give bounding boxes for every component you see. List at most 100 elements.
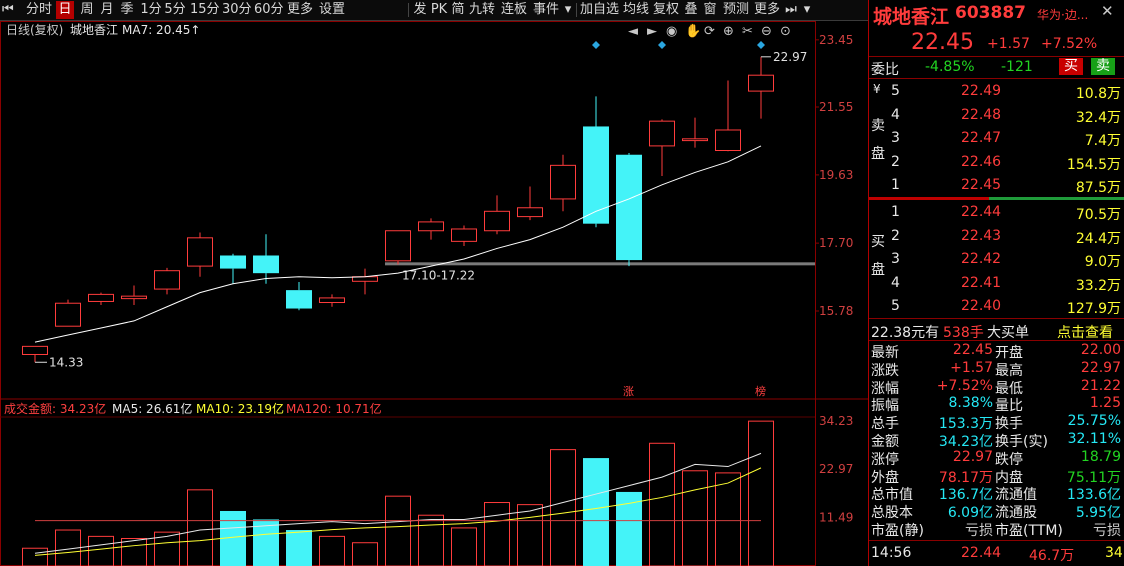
period-tab-15min[interactable]: 15分 [190, 1, 220, 19]
candle[interactable] [451, 225, 477, 246]
volume-bar[interactable] [748, 420, 774, 566]
candle[interactable] [649, 119, 675, 176]
tool-adjust[interactable]: 复权 [652, 1, 680, 19]
candle[interactable] [550, 154, 576, 212]
period-tab-intraday[interactable]: 分时 [24, 1, 54, 19]
refresh-icon[interactable]: ⟳ [704, 24, 715, 39]
volume-bar[interactable] [550, 449, 576, 566]
candle[interactable] [187, 232, 213, 277]
buy-button[interactable]: 买 [1059, 58, 1083, 75]
tool-simple[interactable]: 简 [450, 1, 466, 19]
zoom-out-icon[interactable]: ⊖ [761, 24, 772, 39]
period-tab-60min[interactable]: 60分 [254, 1, 284, 19]
candle[interactable] [418, 218, 444, 240]
candle[interactable] [88, 292, 114, 305]
volume-bar[interactable] [451, 527, 477, 566]
next-icon[interactable]: ► [647, 24, 657, 39]
event-diamond-icon[interactable] [592, 41, 600, 49]
ask-row[interactable]: 2 22.46 154.5万 [869, 153, 1124, 177]
volume-bar[interactable] [121, 537, 147, 566]
volume-bar[interactable] [286, 530, 312, 566]
settings-button[interactable]: 设置 [318, 1, 346, 19]
dropdown-arrow-icon[interactable]: ▾ [802, 1, 812, 19]
add-watchlist-button[interactable]: 加自选 [580, 1, 619, 19]
volume-bar[interactable] [484, 502, 510, 566]
zoom-in-icon[interactable]: ⊕ [723, 24, 734, 39]
tool-overlay[interactable]: 叠 [683, 1, 699, 19]
candle[interactable] [121, 285, 147, 305]
candle[interactable] [385, 230, 411, 265]
candle[interactable] [154, 267, 180, 295]
candle[interactable] [748, 56, 774, 119]
event-marker[interactable]: 榜 [755, 384, 766, 398]
period-tab-1min[interactable]: 1分 [140, 1, 162, 19]
volume-bar[interactable] [385, 495, 411, 566]
close-icon[interactable]: ✕ [1101, 2, 1114, 20]
candle[interactable] [715, 80, 741, 152]
ask-row[interactable]: 5 22.49 10.8万 [869, 82, 1124, 106]
tool-publish[interactable]: 发 [412, 1, 428, 19]
volume-bar[interactable] [682, 470, 708, 566]
volume-bar[interactable] [715, 472, 741, 566]
tool-forecast[interactable]: 预测 [722, 1, 750, 19]
volume-bar[interactable] [517, 504, 543, 566]
kline-chart[interactable]: 日线(复权) 城地香江 MA7: 20.45↑ ◄ ► ◉ ✋ ⟳ ⊕ ✂ ⊖ ⊙ 23.45 21.55… [0, 21, 868, 566]
scissors-icon[interactable]: ✂ [742, 24, 753, 39]
tool-ma-lines[interactable]: 均线 [622, 1, 650, 19]
candle[interactable] [22, 345, 48, 363]
tool-window[interactable]: 窗 [702, 1, 718, 19]
hand-icon[interactable]: ✋ [685, 23, 701, 39]
tool-limit-board[interactable]: 连板 [500, 1, 528, 19]
plus-circle-icon[interactable]: ⊙ [780, 24, 791, 39]
candle[interactable] [616, 152, 642, 267]
period-tab-day[interactable]: 日 [56, 1, 74, 19]
volume-bar[interactable] [22, 547, 48, 566]
period-tab-week[interactable]: 周 [78, 1, 96, 19]
volume-bar[interactable] [583, 458, 609, 566]
eye-icon[interactable]: ◉ [666, 24, 677, 39]
candle[interactable] [319, 294, 345, 307]
event-marker[interactable]: 涨 [623, 385, 634, 398]
period-tab-5min[interactable]: 5分 [164, 1, 186, 19]
volume-bar[interactable] [88, 535, 114, 566]
bid-price: 22.40 [961, 298, 1002, 314]
volume-bar[interactable] [319, 535, 345, 566]
period-tab-more[interactable]: 更多 [286, 1, 314, 19]
sell-button[interactable]: 卖 [1091, 58, 1115, 75]
period-tab-30min[interactable]: 30分 [222, 1, 252, 19]
tool-events[interactable]: 事件 [532, 1, 560, 19]
candle[interactable] [220, 253, 246, 284]
candle[interactable] [352, 268, 378, 295]
candle[interactable] [484, 195, 510, 235]
nav-left-icon[interactable]: ⏮ [2, 1, 14, 19]
bid-row[interactable]: 5 22.40 127.9万 [869, 297, 1124, 321]
bid-row[interactable]: 3 22.42 9.0万 [869, 250, 1124, 274]
bid-row[interactable]: 1 22.44 70.5万 [869, 203, 1124, 227]
candle[interactable] [517, 186, 543, 221]
event-diamond-icon[interactable] [757, 41, 765, 49]
bid-row[interactable]: 2 22.43 24.4万 [869, 227, 1124, 251]
ask-row[interactable]: 1 22.45 87.5万 [869, 176, 1124, 200]
tool-more[interactable]: 更多 [753, 1, 781, 19]
prev-icon[interactable]: ◄ [628, 24, 638, 39]
chevron-down-icon[interactable]: ▾ [562, 1, 574, 19]
candle[interactable] [682, 117, 708, 148]
candle[interactable] [286, 282, 312, 311]
period-tab-month[interactable]: 月 [98, 1, 116, 19]
volume-bar[interactable] [418, 514, 444, 566]
volume-bar[interactable] [187, 489, 213, 566]
ask-row[interactable]: 3 22.47 7.4万 [869, 129, 1124, 153]
sector-label[interactable]: 华为·边... [1037, 6, 1088, 23]
volume-bar[interactable] [352, 542, 378, 566]
candle[interactable] [253, 234, 279, 284]
bid-row[interactable]: 4 22.41 33.2万 [869, 274, 1124, 298]
candle[interactable] [55, 299, 81, 327]
big-order-link[interactable]: 点击查看 [1057, 322, 1113, 342]
event-diamond-icon[interactable] [658, 41, 666, 49]
nav-right-icon[interactable]: ⏭ [784, 1, 798, 19]
tool-pk[interactable]: PK [430, 1, 448, 19]
ask-row[interactable]: 4 22.48 32.4万 [869, 106, 1124, 130]
volume-bar[interactable] [649, 442, 675, 566]
tool-nine-turn[interactable]: 九转 [468, 1, 496, 19]
period-tab-season[interactable]: 季 [118, 1, 136, 19]
